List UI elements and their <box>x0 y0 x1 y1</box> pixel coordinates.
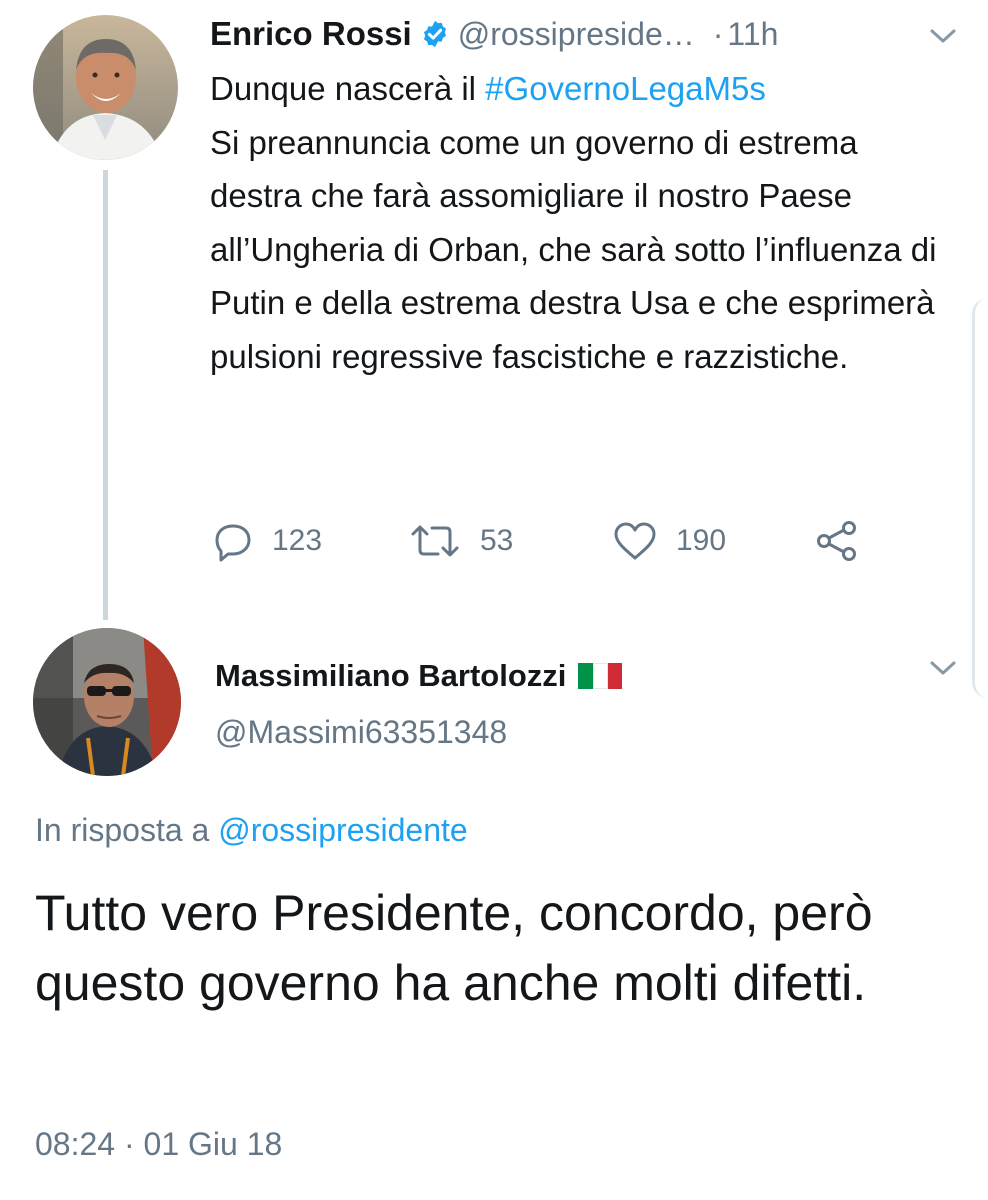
reply-prefix: In risposta a <box>35 812 219 848</box>
heart-icon <box>614 522 656 560</box>
retweet-icon <box>411 525 459 557</box>
tweet-text-lead: Dunque nascerà il <box>210 70 486 107</box>
reply-mention-link[interactable]: @rossipresidente <box>218 812 467 848</box>
verified-badge-icon <box>423 20 446 48</box>
tweet1-text: Dunque nascerà il #GovernoLegaM5s Si pre… <box>210 62 950 383</box>
chevron-down-icon[interactable] <box>928 26 958 46</box>
reply-author-handle[interactable]: @Massimi63351348 <box>215 714 507 751</box>
like-count: 190 <box>676 524 727 557</box>
author-avatar-massimiliano[interactable] <box>33 628 181 776</box>
tweet1-header: Enrico Rossi @rossipreside… · 11h <box>210 10 970 58</box>
thread-line <box>103 170 108 620</box>
author-name[interactable]: Enrico Rossi <box>210 15 412 53</box>
reply-author-name[interactable]: Massimiliano Bartolozzi <box>215 658 566 694</box>
reply-button[interactable]: 123 <box>212 520 322 562</box>
tweet-text-body: Si preannuncia come un governo di estrem… <box>210 123 937 375</box>
author-handle[interactable]: @rossipreside… <box>458 16 695 53</box>
like-button[interactable]: 190 <box>612 520 726 562</box>
reply-tweet-text: Tutto vero Presidente, concordo, però qu… <box>35 885 873 1011</box>
reply-author-name-row: Massimiliano Bartolozzi <box>215 658 623 694</box>
separator-dot: · <box>712 15 724 52</box>
chevron-down-icon[interactable] <box>928 658 958 678</box>
reply-timestamp[interactable]: 08:24 · 01 Giu 18 <box>35 1126 282 1163</box>
scroll-indicator[interactable] <box>972 298 988 698</box>
tweet-time[interactable]: 11h <box>727 16 778 53</box>
in-reply-to: In risposta a @rossipresidente <box>35 812 468 849</box>
reply-count: 123 <box>272 524 323 557</box>
italy-flag-icon <box>578 663 623 689</box>
share-icon[interactable] <box>815 520 859 562</box>
reply-icon <box>215 524 251 562</box>
retweet-count: 53 <box>480 524 514 557</box>
retweet-button[interactable]: 53 <box>408 520 513 562</box>
hashtag-link[interactable]: #GovernoLegaM5s <box>485 70 766 107</box>
author-avatar-enrico-rossi[interactable] <box>33 15 178 160</box>
